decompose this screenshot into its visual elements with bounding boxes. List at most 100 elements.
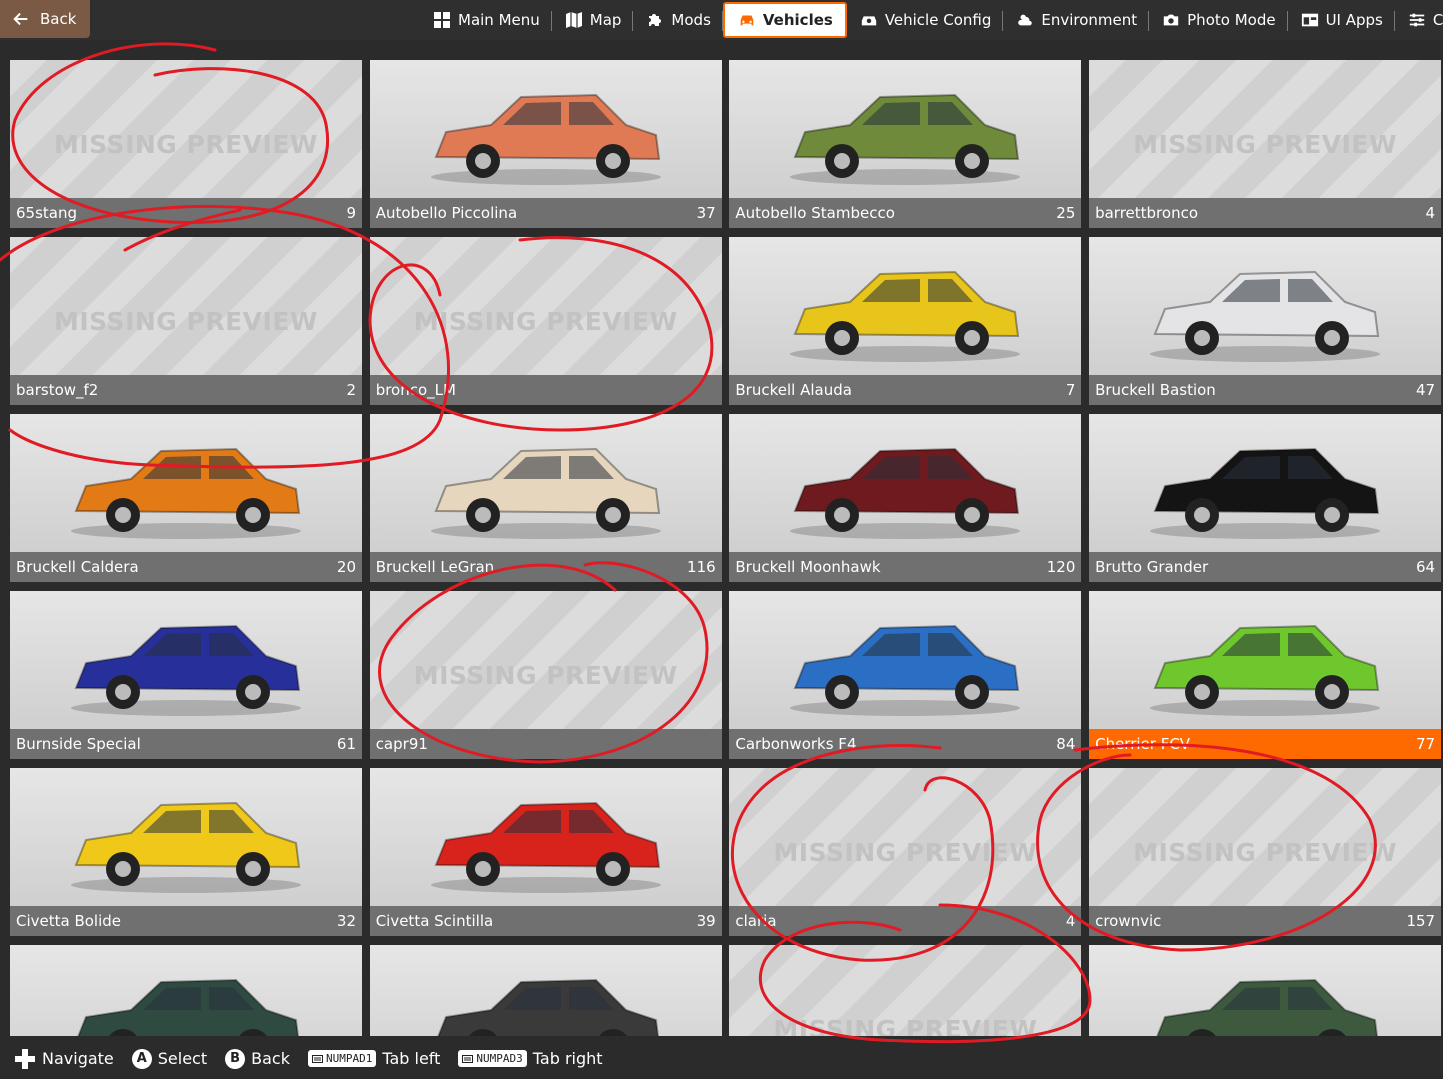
vehicle-grid: MISSING PREVIEW 65stang 9 Autobello Piccoli… xyxy=(10,60,1441,1036)
vehicle-tile[interactable] xyxy=(369,945,722,1036)
vehicle-name: Brutto Grander xyxy=(1095,558,1209,576)
config-count: 116 xyxy=(687,558,716,576)
main-menu-icon xyxy=(432,11,452,29)
vehicle-preview-image xyxy=(10,768,362,906)
vehicle-name: Civetta Bolide xyxy=(16,912,122,930)
vehicle-tile[interactable]: Bruckell Caldera 20 xyxy=(10,414,362,582)
back-label: Back xyxy=(40,10,77,28)
arrow-left-icon xyxy=(13,12,28,26)
hint-tab-left[interactable]: NUMPAD1 Tab left xyxy=(307,1049,440,1068)
vehicle-name: Carbonworks F4 xyxy=(735,735,857,753)
missing-preview-label: MISSING PREVIEW xyxy=(54,130,318,159)
config-count: 9 xyxy=(346,204,356,222)
config-count: 20 xyxy=(336,558,356,576)
car-silhouette-icon xyxy=(430,447,661,539)
vehicle-name: Civetta Scintilla xyxy=(375,912,494,930)
config-count: 39 xyxy=(696,912,716,930)
top-navigation-bar: Back Main Menu Map Mods Vehicles Vehicle… xyxy=(0,0,1443,40)
tab-ui-apps[interactable]: UI Apps xyxy=(1288,2,1396,38)
tab-vehicle-config[interactable]: Vehicle Config xyxy=(847,2,1004,38)
tab-vehicles[interactable]: Vehicles xyxy=(722,2,847,38)
vehicle-tile[interactable]: MISSING PREVIEW crownvic 157 xyxy=(1089,768,1441,936)
tab-environment[interactable]: Environment xyxy=(1003,2,1149,38)
vehicle-name: barrettbronco xyxy=(1095,204,1199,222)
tab-main-menu[interactable]: Main Menu xyxy=(420,2,552,38)
vehicle-config-icon xyxy=(859,11,879,29)
tab-map[interactable]: Map xyxy=(552,2,634,38)
hint-back[interactable]: B Back xyxy=(225,1048,290,1069)
tab-label: Main Menu xyxy=(458,11,540,29)
key-label: NUMPAD1 xyxy=(325,1052,373,1065)
vehicle-tile[interactable]: Bruckell Bastion 47 xyxy=(1089,237,1441,405)
puzzle-icon xyxy=(645,11,665,29)
vehicle-name: Bruckell Alauda xyxy=(735,381,852,399)
tab-photo-mode[interactable]: Photo Mode xyxy=(1149,2,1289,38)
tab-label: Map xyxy=(589,11,622,29)
vehicle-preview-image xyxy=(729,60,1082,198)
b-button-icon: B xyxy=(225,1048,246,1069)
vehicle-tile[interactable] xyxy=(10,945,362,1036)
vehicle-preview-image xyxy=(1089,237,1441,375)
car-silhouette-icon xyxy=(71,624,301,716)
vehicle-tile[interactable]: MISSING PREVIEW barstow_f2 2 xyxy=(10,237,362,405)
config-count: 4 xyxy=(1065,912,1076,930)
missing-preview-placeholder xyxy=(10,237,362,375)
config-count: 37 xyxy=(696,204,716,222)
tab-label: Mods xyxy=(671,11,711,29)
vehicle-caption: capr91 xyxy=(369,729,722,759)
vehicle-tile[interactable]: MISSING PREVIEW bronco_LM xyxy=(369,237,722,405)
vehicle-caption: claria 4 xyxy=(729,906,1082,936)
car-silhouette-icon xyxy=(790,93,1021,185)
vehicle-name: Cherrier FCV xyxy=(1095,735,1191,753)
missing-preview-placeholder xyxy=(10,60,362,198)
vehicle-tile[interactable]: Civetta Bolide 32 xyxy=(10,768,362,936)
config-count: 7 xyxy=(1065,381,1076,399)
tab-mods[interactable]: Mods xyxy=(633,2,724,38)
vehicle-tile[interactable]: Brutto Grander 64 xyxy=(1089,414,1441,582)
vehicle-tile[interactable]: Bruckell LeGran 116 xyxy=(369,414,722,582)
vehicle-tile[interactable]: MISSING PREVIEW claria 4 xyxy=(729,768,1082,936)
vehicle-tile[interactable]: Civetta Scintilla 39 xyxy=(369,768,722,936)
apps-icon xyxy=(1300,11,1320,29)
hint-select[interactable]: A Select xyxy=(131,1048,207,1069)
vehicle-caption: Bruckell Caldera 20 xyxy=(10,552,362,582)
vehicle-caption: barstow_f2 2 xyxy=(10,375,362,405)
vehicle-tile[interactable]: MISSING PREVIEW 65stang 9 xyxy=(10,60,362,228)
missing-preview-label: MISSING PREVIEW xyxy=(1133,838,1398,867)
vehicle-preview-image xyxy=(1089,591,1441,729)
config-count: 157 xyxy=(1406,912,1436,930)
hint-tab-right[interactable]: NUMPAD3 Tab right xyxy=(458,1049,603,1068)
key-label: NUMPAD3 xyxy=(476,1052,523,1065)
vehicle-tile[interactable]: Bruckell Moonhawk 120 xyxy=(729,414,1082,582)
vehicle-preview-image xyxy=(1089,414,1441,552)
missing-preview-label: MISSING PREVIEW xyxy=(773,1015,1038,1036)
back-button[interactable]: Back xyxy=(0,0,90,38)
config-count: 47 xyxy=(1416,381,1436,399)
a-button-icon: A xyxy=(131,1048,152,1069)
vehicle-tile[interactable]: Carbonworks F4 84 xyxy=(729,591,1082,759)
vehicle-tile[interactable]: Burnside Special 61 xyxy=(10,591,362,759)
config-count: 77 xyxy=(1416,735,1436,753)
tab-controls[interactable]: C xyxy=(1395,2,1443,38)
vehicle-tile[interactable]: Cherrier FCV 77 xyxy=(1089,591,1441,759)
vehicle-caption: crownvic 157 xyxy=(1089,906,1441,936)
tab-label: Photo Mode xyxy=(1187,11,1276,29)
vehicle-tile[interactable]: MISSING PREVIEW barrettbronco 4 xyxy=(1089,60,1441,228)
sliders-icon xyxy=(1407,11,1427,29)
tab-strip: Main Menu Map Mods Vehicles Vehicle Conf… xyxy=(420,0,1443,40)
vehicle-tile[interactable]: Autobello Piccolina 37 xyxy=(369,60,722,228)
vehicle-tile[interactable]: MISSING PREVIEW capr91 xyxy=(369,591,722,759)
car-silhouette-icon xyxy=(437,978,659,1036)
vehicle-tile[interactable]: Autobello Stambecco 25 xyxy=(729,60,1082,228)
vehicle-name: crownvic xyxy=(1095,912,1162,930)
vehicle-tile[interactable] xyxy=(1089,945,1441,1036)
vehicle-tile[interactable]: Bruckell Alauda 7 xyxy=(729,237,1082,405)
vehicle-caption: Cherrier FCV 77 xyxy=(1089,729,1441,759)
vehicle-name: Bruckell Caldera xyxy=(16,558,139,576)
hint-navigate: Navigate xyxy=(14,1048,114,1070)
vehicle-name: Burnside Special xyxy=(16,735,141,753)
camera-icon xyxy=(1161,11,1181,29)
vehicle-caption: Bruckell Moonhawk 120 xyxy=(729,552,1082,582)
vehicle-tile[interactable]: MISSING PREVIEW xyxy=(729,945,1082,1036)
missing-preview-label: MISSING PREVIEW xyxy=(413,307,678,336)
